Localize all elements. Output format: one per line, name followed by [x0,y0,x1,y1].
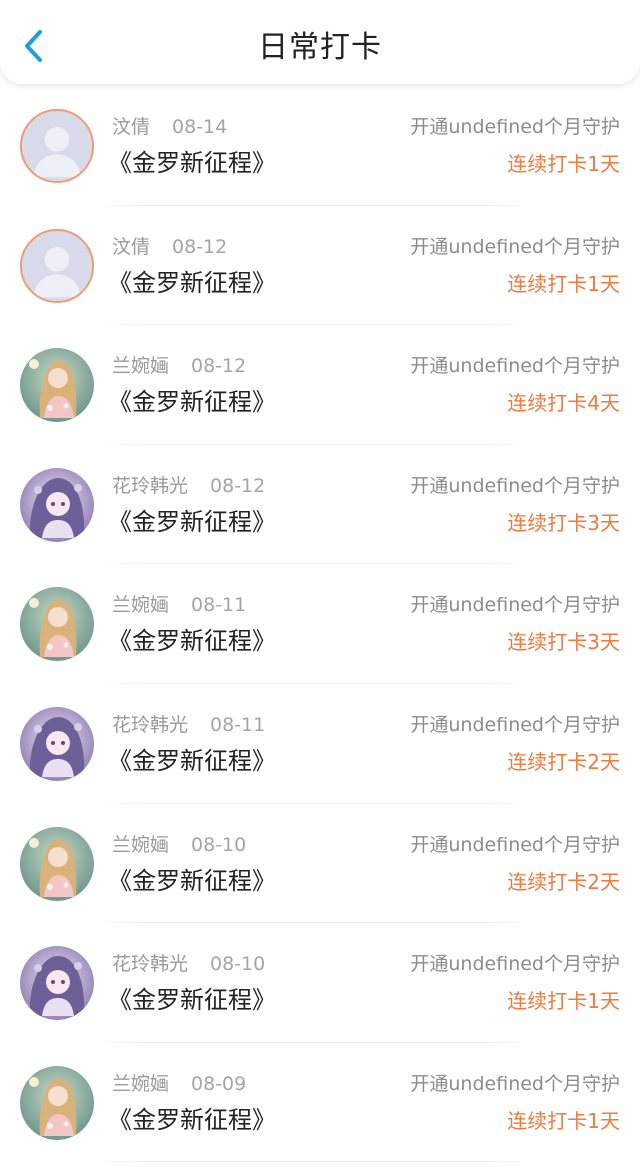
guard-status: 开通undefined个月守护 [410,355,620,378]
guard-status: 开通undefined个月守护 [410,953,620,976]
checkin-date: 08-14 [172,116,228,138]
user-info: 花玲韩光 08-10 [112,951,265,977]
user-info: 花玲韩光 08-12 [112,473,265,499]
checkin-date: 08-12 [191,355,247,378]
user-name[interactable]: 花玲韩光 [112,953,188,975]
checkin-date: 08-11 [191,594,247,617]
guard-status: 开通undefined个月守护 [410,474,620,497]
checkin-date: 08-12 [172,235,228,258]
user-name[interactable]: 花玲韩光 [112,714,188,736]
guard-status: 开通undefined个月守护 [410,713,620,736]
checkin-row[interactable]: 兰婉婳 08-10 《金罗新征程》 开通undefined个月守护连续打卡2天 [0,804,640,924]
default-avatar[interactable] [20,109,94,183]
user-info: 花玲韩光 08-11 [112,712,265,738]
user-info: 汶倩 08-12 [112,234,227,260]
page-title: 日常打卡 [258,30,382,65]
book-title[interactable]: 《金罗新征程》 [108,624,276,658]
streak-count: 连续打卡4天 [507,391,620,416]
user-name[interactable]: 花玲韩光 [112,475,188,497]
checkin-page: 日常打卡 汶倩 08-14 《金罗新征程》 开通undefined个月守护 连续打卡1天… [0,0,640,1168]
checkin-date: 08-10 [191,833,247,856]
streak-count: 连续打卡3天 [507,510,620,535]
streak-count: 连续打卡1天 [507,1108,620,1133]
checkin-row[interactable]: 兰婉婳 08-12 《金罗新征程》 开通undefined个月守护连续打卡4天 [0,325,640,445]
user-name[interactable]: 兰婉婳 [112,355,169,377]
anime-girl-purple-avatar[interactable] [20,946,94,1021]
anime-girl-blonde-avatar[interactable] [20,826,94,901]
streak-count: 连续打卡1天 [507,271,620,296]
streak-count: 连续打卡3天 [507,630,620,655]
default-avatar[interactable] [20,228,94,303]
anime-girl-blonde-avatar[interactable] [20,587,94,662]
user-name[interactable]: 兰婉婳 [112,594,169,616]
checkin-date: 08-10 [210,953,266,976]
book-title[interactable]: 《金罗新征程》 [108,983,276,1017]
guard-status: 开通undefined个月守护 [410,116,620,138]
book-title[interactable]: 《金罗新征程》 [108,864,276,898]
anime-girl-purple-avatar[interactable] [20,467,94,542]
anime-girl-purple-avatar[interactable] [20,706,94,781]
guard-status: 开通undefined个月守护 [410,235,620,258]
book-title[interactable]: 《金罗新征程》 [108,505,276,539]
streak-count: 连续打卡1天 [507,989,620,1014]
checkin-row[interactable]: 花玲韩光 08-11 《金罗新征程》 开通undefined个月守护连续打卡2天 [0,684,640,804]
user-name[interactable]: 汶倩 [112,116,150,138]
checkin-row[interactable]: 花玲韩光 08-12 《金罗新征程》 开通undefined个月守护连续打卡3天 [0,445,640,565]
checkin-row[interactable]: 汶倩 08-12 《金罗新征程》 开通undefined个月守护连续打卡1天 [0,206,640,326]
user-info: 兰婉婳 08-09 [112,1071,246,1097]
book-title[interactable]: 《金罗新征程》 [108,385,276,419]
checkin-row[interactable]: 兰婉婳 08-09 《金罗新征程》 开通undefined个月守护连续打卡1天 [0,1043,640,1163]
checkin-row[interactable]: 兰婉婳 08-11 《金罗新征程》 开通undefined个月守护连续打卡3天 [0,564,640,684]
user-info: 汶倩 08-14 [112,114,227,140]
anime-girl-blonde-avatar[interactable] [20,1065,94,1140]
user-name[interactable]: 兰婉婳 [112,834,169,856]
user-name[interactable]: 汶倩 [112,236,150,258]
checkin-date: 08-12 [210,474,266,497]
checkin-list: 汶倩 08-14 《金罗新征程》 开通undefined个月守护 连续打卡1天 汶倩 08-… [0,86,640,1163]
checkin-date: 08-11 [210,713,266,736]
guard-status: 开通undefined个月守护 [410,594,620,617]
checkin-row[interactable]: 汶倩 08-14 《金罗新征程》 开通undefined个月守护连续打卡1天 [0,86,640,206]
streak-count: 连续打卡1天 [507,152,620,176]
book-title[interactable]: 《金罗新征程》 [108,266,276,300]
checkin-date: 08-09 [191,1072,247,1095]
user-info: 兰婉婳 08-11 [112,592,246,618]
guard-status: 开通undefined个月守护 [410,833,620,856]
checkin-row[interactable]: 花玲韩光 08-10 《金罗新征程》 开通undefined个月守护连续打卡1天 [0,923,640,1043]
user-info: 兰婉婳 08-10 [112,832,246,858]
row-divider [100,1161,530,1163]
anime-girl-blonde-avatar[interactable] [20,348,94,423]
user-name[interactable]: 兰婉婳 [112,1073,169,1095]
streak-count: 连续打卡2天 [507,749,620,774]
book-title[interactable]: 《金罗新征程》 [108,744,276,778]
guard-status: 开通undefined个月守护 [410,1072,620,1095]
user-info: 兰婉婳 08-12 [112,353,246,379]
top-bar: 日常打卡 [0,0,640,84]
book-title[interactable]: 《金罗新征程》 [108,146,276,180]
book-title[interactable]: 《金罗新征程》 [108,1103,276,1137]
streak-count: 连续打卡2天 [507,869,620,894]
